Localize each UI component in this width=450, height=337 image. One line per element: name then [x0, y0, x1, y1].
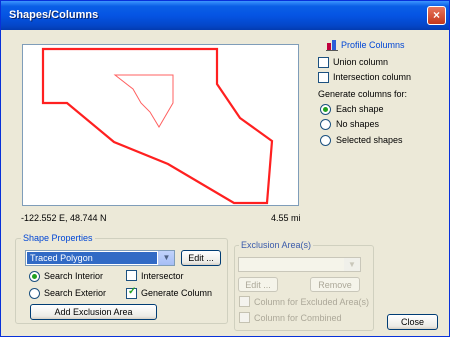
no-shapes-label: No shapes	[336, 119, 380, 129]
intersection-column-label: Intersection column	[333, 72, 412, 82]
edit-exclusion-button[interactable]: Edit ...	[238, 277, 278, 292]
map-canvas[interactable]	[22, 44, 299, 206]
each-shape-label: Each shape	[336, 104, 384, 114]
edit-shape-button[interactable]: Edit ...	[181, 250, 221, 266]
close-button[interactable]: Close	[387, 314, 438, 330]
cursor-coordinates: -122.552 E, 48.744 N	[21, 213, 107, 223]
intersection-column-checkbox[interactable]	[318, 72, 329, 83]
search-exterior-radio[interactable]	[29, 288, 40, 299]
intersector-checkbox[interactable]	[126, 270, 137, 281]
map-distance: 4.55 mi	[271, 213, 301, 223]
exclusion-areas-title: Exclusion Area(s)	[239, 240, 314, 250]
column-excluded-checkbox[interactable]	[239, 296, 250, 307]
dialog-title: Shapes/Columns	[9, 9, 99, 21]
exclusion-area-select[interactable]: ▼	[238, 257, 361, 272]
shapes-columns-dialog: Shapes/Columns × -122.552 E, 48.744 N 4.…	[0, 0, 450, 337]
search-interior-radio[interactable]	[29, 271, 40, 282]
generate-columns-label: Generate columns for:	[318, 89, 408, 99]
shape-select[interactable]: Traced Polygon ▼	[25, 250, 175, 266]
map-shapes	[41, 47, 274, 205]
profile-columns-title: Profile Columns	[341, 40, 405, 50]
generate-column-label: Generate Column	[141, 288, 213, 298]
generate-column-checkbox[interactable]	[126, 286, 137, 299]
shape-properties-title: Shape Properties	[21, 233, 95, 243]
column-combined-checkbox[interactable]	[239, 312, 250, 323]
search-exterior-label: Search Exterior	[44, 288, 107, 298]
union-column-checkbox[interactable]	[318, 57, 329, 68]
selected-shapes-radio[interactable]	[320, 135, 331, 146]
each-shape-radio[interactable]	[320, 104, 331, 115]
search-interior-label: Search Interior	[44, 271, 104, 281]
exclusion-area-shape[interactable]	[113, 74, 174, 128]
intersector-label: Intersector	[141, 271, 184, 281]
shape-select-value: Traced Polygon	[27, 252, 157, 264]
column-excluded-label: Column for Excluded Area(s)	[254, 297, 370, 307]
profile-columns-icon	[326, 39, 338, 51]
no-shapes-radio[interactable]	[320, 119, 331, 130]
selected-shapes-label: Selected shapes	[336, 135, 403, 145]
traced-polygon-shape[interactable]	[41, 47, 274, 205]
column-combined-label: Column for Combined	[254, 313, 342, 323]
add-exclusion-area-button[interactable]: Add Exclusion Area	[30, 304, 157, 320]
chevron-down-icon[interactable]: ▼	[158, 251, 174, 265]
chevron-down-icon[interactable]: ▼	[344, 258, 360, 271]
title-bar[interactable]: Shapes/Columns ×	[1, 1, 449, 30]
union-column-label: Union column	[333, 57, 389, 67]
remove-exclusion-button[interactable]: Remove	[310, 277, 360, 292]
close-icon[interactable]: ×	[427, 6, 446, 25]
